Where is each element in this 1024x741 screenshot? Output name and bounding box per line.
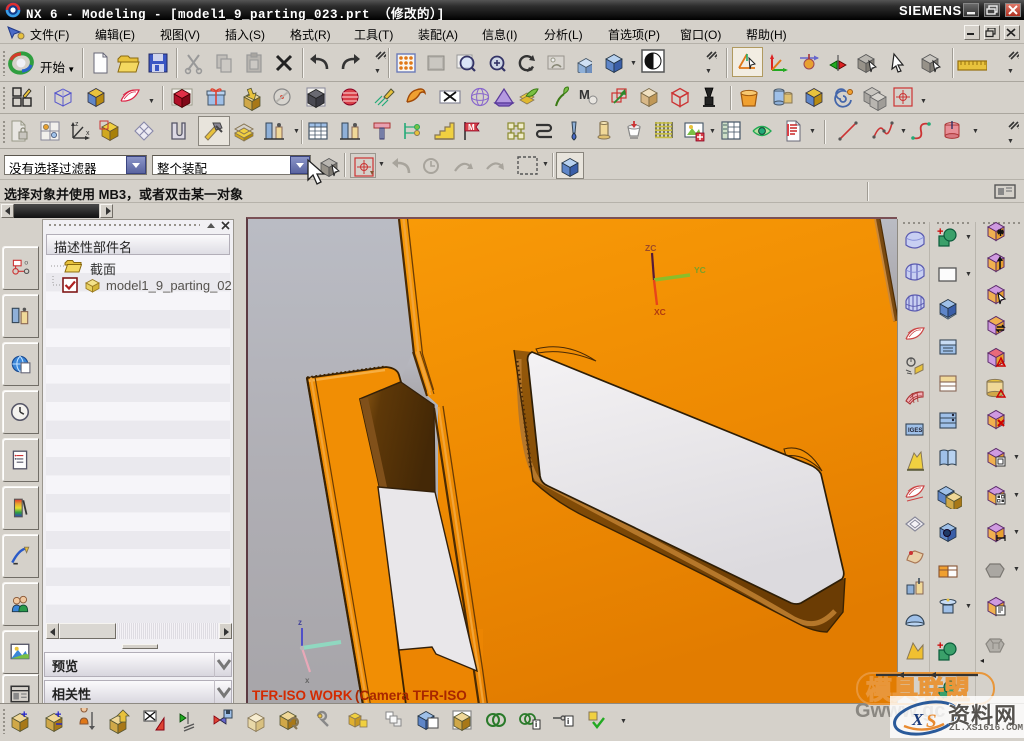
svg-text:x: x — [305, 676, 310, 685]
svg-text:M: M — [468, 123, 475, 132]
svg-text:z: z — [298, 618, 302, 627]
svg-text:TFR-ISO WORK: TFR-ISO WORK — [252, 688, 353, 703]
svg-text:i: i — [535, 720, 537, 729]
svg-text:ZC: ZC — [645, 243, 656, 253]
svg-text:+: + — [937, 640, 943, 652]
svg-text:+: + — [55, 709, 61, 721]
svg-text:A: A — [1000, 361, 1005, 367]
svg-text:x: x — [86, 130, 90, 137]
svg-text:i: i — [567, 717, 569, 726]
svg-text:+: + — [937, 226, 943, 238]
svg-text:z: z — [75, 121, 79, 128]
svg-text:IGES: IGES — [908, 428, 922, 434]
svg-text:X: X — [911, 710, 924, 729]
svg-text:YC: YC — [694, 265, 706, 275]
svg-text:S: S — [926, 711, 937, 732]
svg-text:M: M — [579, 87, 590, 102]
svg-text:o: o — [24, 260, 28, 267]
svg-text:+: + — [21, 709, 27, 721]
svg-text:(Camera TFR-ISO: (Camera TFR-ISO — [355, 688, 467, 703]
svg-text:XC: XC — [654, 307, 666, 317]
